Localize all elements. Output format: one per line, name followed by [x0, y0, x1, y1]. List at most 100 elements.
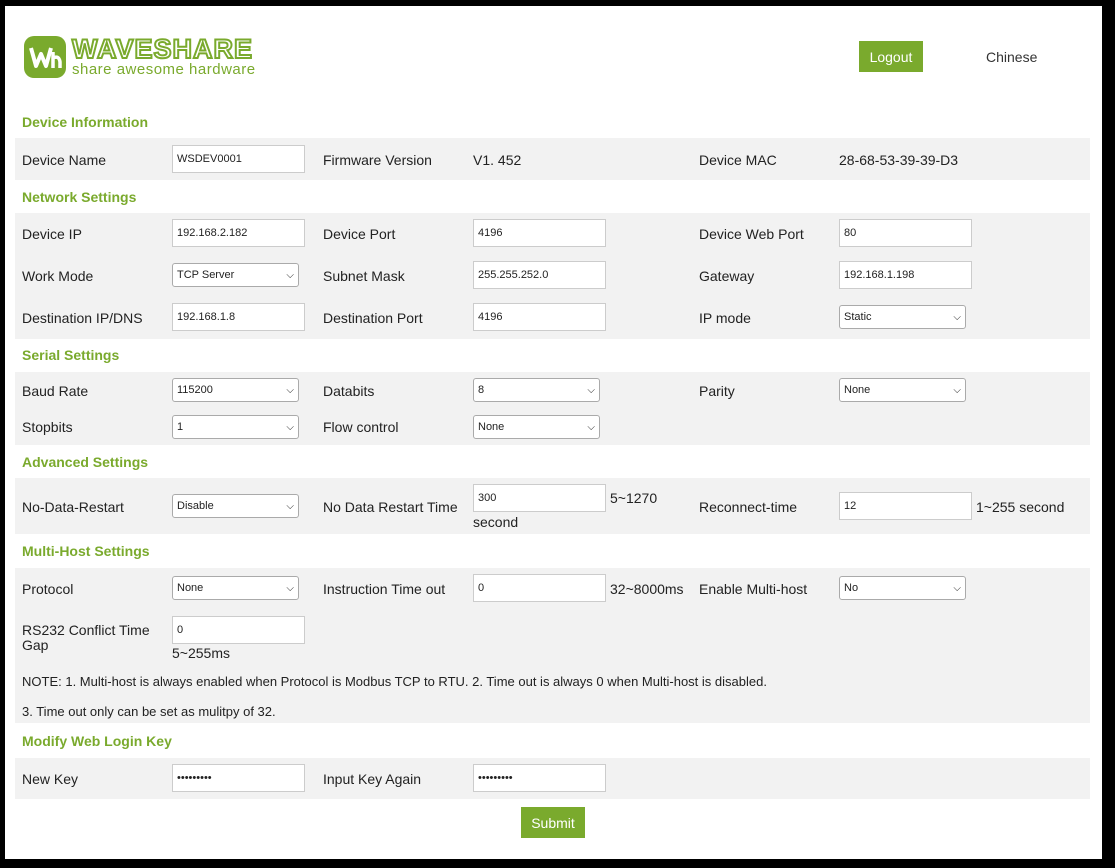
no-data-restart-value: Disable	[177, 500, 214, 512]
device-web-port-input[interactable]	[839, 219, 972, 247]
baud-rate-select[interactable]: 115200 ⌵	[172, 378, 299, 402]
submit-button[interactable]: Submit	[521, 807, 585, 838]
section-title-serial-settings: Serial Settings	[22, 347, 120, 363]
restart-time-unit: second	[473, 514, 519, 530]
rs232-conflict-label-line1: RS232 Conflict Time	[22, 622, 150, 638]
header: WAVESHARE share awesome hardware Logout …	[5, 6, 1102, 106]
chevron-down-icon: ⌵	[286, 421, 294, 433]
gateway-label: Gateway	[699, 268, 755, 284]
page-frame: WAVESHARE share awesome hardware Logout …	[5, 6, 1102, 859]
enable-multi-host-value: No	[844, 582, 859, 594]
restart-time-range-hint: 5~1270	[610, 490, 658, 506]
network-band: Device IP Device Port Device Web Port Wo…	[15, 213, 1090, 339]
stopbits-label: Stopbits	[22, 419, 73, 435]
new-key-label: New Key	[22, 771, 79, 787]
device-mac-label: Device MAC	[699, 152, 777, 168]
device-name-label: Device Name	[22, 152, 107, 168]
language-link[interactable]: Chinese	[986, 49, 1037, 65]
databits-select[interactable]: 8 ⌵	[473, 378, 600, 402]
serial-band: Baud Rate 115200 ⌵ Databits 8 ⌵ Parity Non…	[15, 372, 1090, 445]
device-ip-label: Device IP	[22, 226, 82, 242]
baud-rate-value: 115200	[177, 384, 213, 396]
waveshare-logo: WAVESHARE share awesome hardware	[22, 32, 262, 82]
instruction-timeout-input[interactable]	[473, 574, 606, 602]
work-mode-value: TCP Server	[177, 269, 235, 281]
parity-label: Parity	[699, 383, 735, 399]
databits-label: Databits	[323, 383, 375, 399]
device-name-input[interactable]	[172, 145, 305, 173]
chevron-down-icon: ⌵	[953, 582, 961, 594]
chevron-down-icon: ⌵	[286, 500, 294, 512]
firmware-version-value: V1. 452	[473, 152, 522, 168]
device-port-label: Device Port	[323, 226, 396, 242]
section-title-multi-host-settings: Multi-Host Settings	[22, 543, 150, 559]
new-key-input[interactable]	[172, 764, 305, 792]
protocol-label: Protocol	[22, 581, 74, 597]
subnet-mask-label: Subnet Mask	[323, 268, 405, 284]
rs232-conflict-label: RS232 Conflict Time Gap	[22, 623, 150, 653]
instruction-timeout-hint: 32~8000ms	[610, 581, 684, 597]
stopbits-select[interactable]: 1 ⌵	[172, 415, 299, 439]
section-title-network-settings: Network Settings	[22, 189, 137, 205]
flow-control-select[interactable]: None ⌵	[473, 415, 600, 439]
ip-mode-select[interactable]: Static ⌵	[839, 305, 966, 329]
destination-ip-label: Destination IP/DNS	[22, 310, 143, 326]
section-title-advanced-settings: Advanced Settings	[22, 454, 149, 470]
reconnect-time-input[interactable]	[839, 492, 972, 520]
reconnect-time-hint: 1~255 second	[976, 499, 1065, 515]
rs232-conflict-label-line2: Gap	[22, 637, 49, 653]
rs232-conflict-hint: 5~255ms	[172, 645, 230, 661]
flow-control-value: None	[478, 421, 505, 433]
input-key-again-input[interactable]	[473, 764, 606, 792]
enable-multi-host-select[interactable]: No ⌵	[839, 576, 966, 600]
chevron-down-icon: ⌵	[953, 311, 961, 323]
reconnect-time-label: Reconnect-time	[699, 499, 798, 515]
enable-multi-host-label: Enable Multi-host	[699, 581, 808, 597]
device-web-port-label: Device Web Port	[699, 226, 804, 242]
instruction-timeout-label: Instruction Time out	[323, 581, 446, 597]
brand-tagline: share awesome hardware	[72, 61, 256, 78]
chevron-down-icon: ⌵	[286, 384, 294, 396]
device-ip-input[interactable]	[172, 219, 305, 247]
note-line-1: NOTE: 1. Multi-host is always enabled wh…	[22, 674, 767, 689]
input-key-again-label: Input Key Again	[323, 771, 422, 787]
chevron-down-icon: ⌵	[286, 582, 294, 594]
logo-mark-icon	[24, 36, 66, 78]
device-port-input[interactable]	[473, 219, 606, 247]
chevron-down-icon: ⌵	[587, 384, 595, 396]
firmware-version-label: Firmware Version	[323, 152, 432, 168]
chevron-down-icon: ⌵	[953, 384, 961, 396]
device-mac-value: 28-68-53-39-39-D3	[839, 152, 959, 168]
ip-mode-value: Static	[844, 311, 872, 323]
subnet-mask-input[interactable]	[473, 261, 606, 289]
multihost-band: Protocol None ⌵ Instruction Time out 32~8…	[15, 568, 1090, 723]
destination-port-label: Destination Port	[323, 310, 423, 326]
no-data-restart-time-label: No Data Restart Time	[323, 499, 458, 515]
work-mode-select[interactable]: TCP Server ⌵	[172, 263, 299, 287]
chevron-down-icon: ⌵	[587, 421, 595, 433]
no-data-restart-time-input[interactable]	[473, 484, 606, 512]
databits-value: 8	[478, 384, 485, 396]
no-data-restart-select[interactable]: Disable ⌵	[172, 494, 299, 518]
note-line-2: 3. Time out only can be set as mulitpy o…	[22, 704, 276, 719]
section-title-modify-web-login-key: Modify Web Login Key	[22, 733, 172, 749]
work-mode-label: Work Mode	[22, 268, 94, 284]
gateway-input[interactable]	[839, 261, 972, 289]
protocol-select[interactable]: None ⌵	[172, 576, 299, 600]
logout-button[interactable]: Logout	[859, 41, 923, 72]
rs232-conflict-input[interactable]	[172, 616, 305, 644]
device-info-band: Device Name Firmware Version V1. 452 Dev…	[15, 138, 1090, 180]
no-data-restart-label: No-Data-Restart	[22, 499, 124, 515]
flow-control-label: Flow control	[323, 419, 399, 435]
parity-value: None	[844, 384, 871, 396]
advanced-band: No-Data-Restart Disable ⌵ No Data Restart…	[15, 478, 1090, 534]
destination-ip-input[interactable]	[172, 303, 305, 331]
stopbits-value: 1	[177, 421, 184, 433]
section-title-device-information: Device Information	[22, 114, 149, 130]
protocol-value: None	[177, 582, 204, 594]
destination-port-input[interactable]	[473, 303, 606, 331]
chevron-down-icon: ⌵	[286, 269, 294, 281]
ip-mode-label: IP mode	[699, 310, 751, 326]
parity-select[interactable]: None ⌵	[839, 378, 966, 402]
baud-rate-label: Baud Rate	[22, 383, 89, 399]
